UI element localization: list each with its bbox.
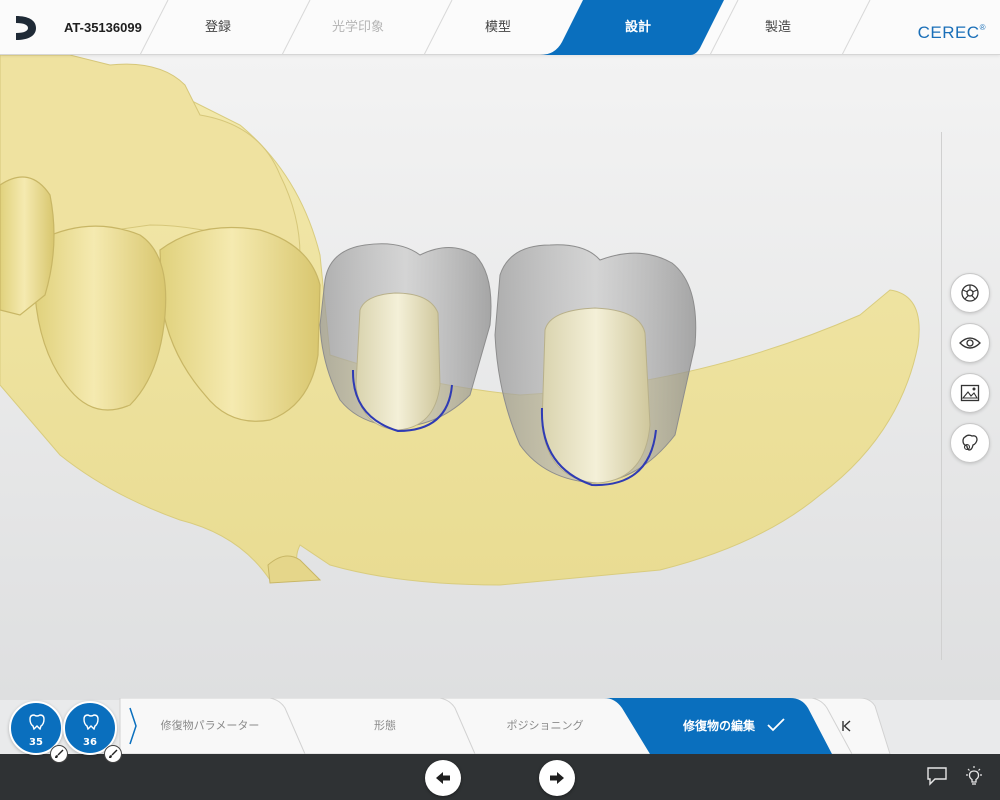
brush-icon bbox=[55, 749, 64, 758]
speech-bubble-icon bbox=[927, 767, 947, 786]
comments-button[interactable] bbox=[925, 764, 949, 788]
step-model-tab[interactable]: 模型 bbox=[448, 0, 548, 55]
tooth-tool-button[interactable] bbox=[950, 423, 990, 463]
phase-positioning[interactable]: ポジショニング bbox=[485, 698, 605, 754]
3d-model-viewport[interactable] bbox=[0, 55, 1000, 700]
skip-back-icon bbox=[842, 720, 851, 732]
image-view-icon bbox=[960, 384, 980, 402]
step-registration-tab[interactable]: 登録 bbox=[168, 0, 268, 55]
previous-step-button[interactable] bbox=[425, 760, 461, 796]
visibility-eye-icon bbox=[959, 337, 981, 349]
tooth-icon bbox=[83, 714, 99, 730]
tooth-tool-icon bbox=[962, 434, 978, 451]
restoration-palette-button[interactable] bbox=[950, 273, 990, 313]
brand-name: CEREC® bbox=[918, 0, 986, 55]
lightbulb-icon bbox=[966, 766, 982, 785]
checkmark-icon bbox=[767, 718, 785, 732]
phase-edit-restoration[interactable]: 修復物の編集 bbox=[664, 698, 774, 754]
step-manufacturing-tab[interactable]: 製造 bbox=[728, 0, 828, 55]
step-acquisition-tab[interactable]: 光学印象 bbox=[308, 0, 408, 55]
tooth-icon bbox=[29, 714, 45, 730]
edit-tooth-36-button[interactable] bbox=[104, 745, 122, 763]
top-navigation-bar: AT-35136099 登録 光学印象 模型 設計 製造 CEREC® bbox=[0, 0, 1000, 55]
restoration-palette-icon bbox=[961, 284, 979, 302]
dental-model-render[interactable] bbox=[0, 55, 1000, 700]
scan-tissue-fragment bbox=[267, 555, 322, 584]
abutment-35 bbox=[355, 292, 441, 431]
next-step-button[interactable] bbox=[539, 760, 575, 796]
arrow-left-icon bbox=[436, 772, 450, 784]
image-view-button[interactable] bbox=[950, 373, 990, 413]
collapse-panel-button[interactable] bbox=[838, 716, 854, 736]
brush-icon bbox=[109, 749, 118, 758]
abutment-36 bbox=[541, 307, 651, 484]
tips-button[interactable] bbox=[962, 764, 986, 788]
footer-bar bbox=[0, 754, 1000, 800]
arrow-right-icon bbox=[550, 772, 564, 784]
brand-registered-mark: ® bbox=[979, 23, 986, 32]
phase-morphology[interactable]: 形態 bbox=[325, 698, 445, 754]
visibility-button[interactable] bbox=[950, 323, 990, 363]
brand-text: CEREC bbox=[917, 23, 980, 42]
edit-tooth-35-button[interactable] bbox=[50, 745, 68, 763]
step-design-tab[interactable]: 設計 bbox=[588, 0, 688, 55]
side-toolbar-divider bbox=[941, 132, 942, 660]
phase-restoration-parameters[interactable]: 修復物パラメーター bbox=[150, 698, 270, 754]
